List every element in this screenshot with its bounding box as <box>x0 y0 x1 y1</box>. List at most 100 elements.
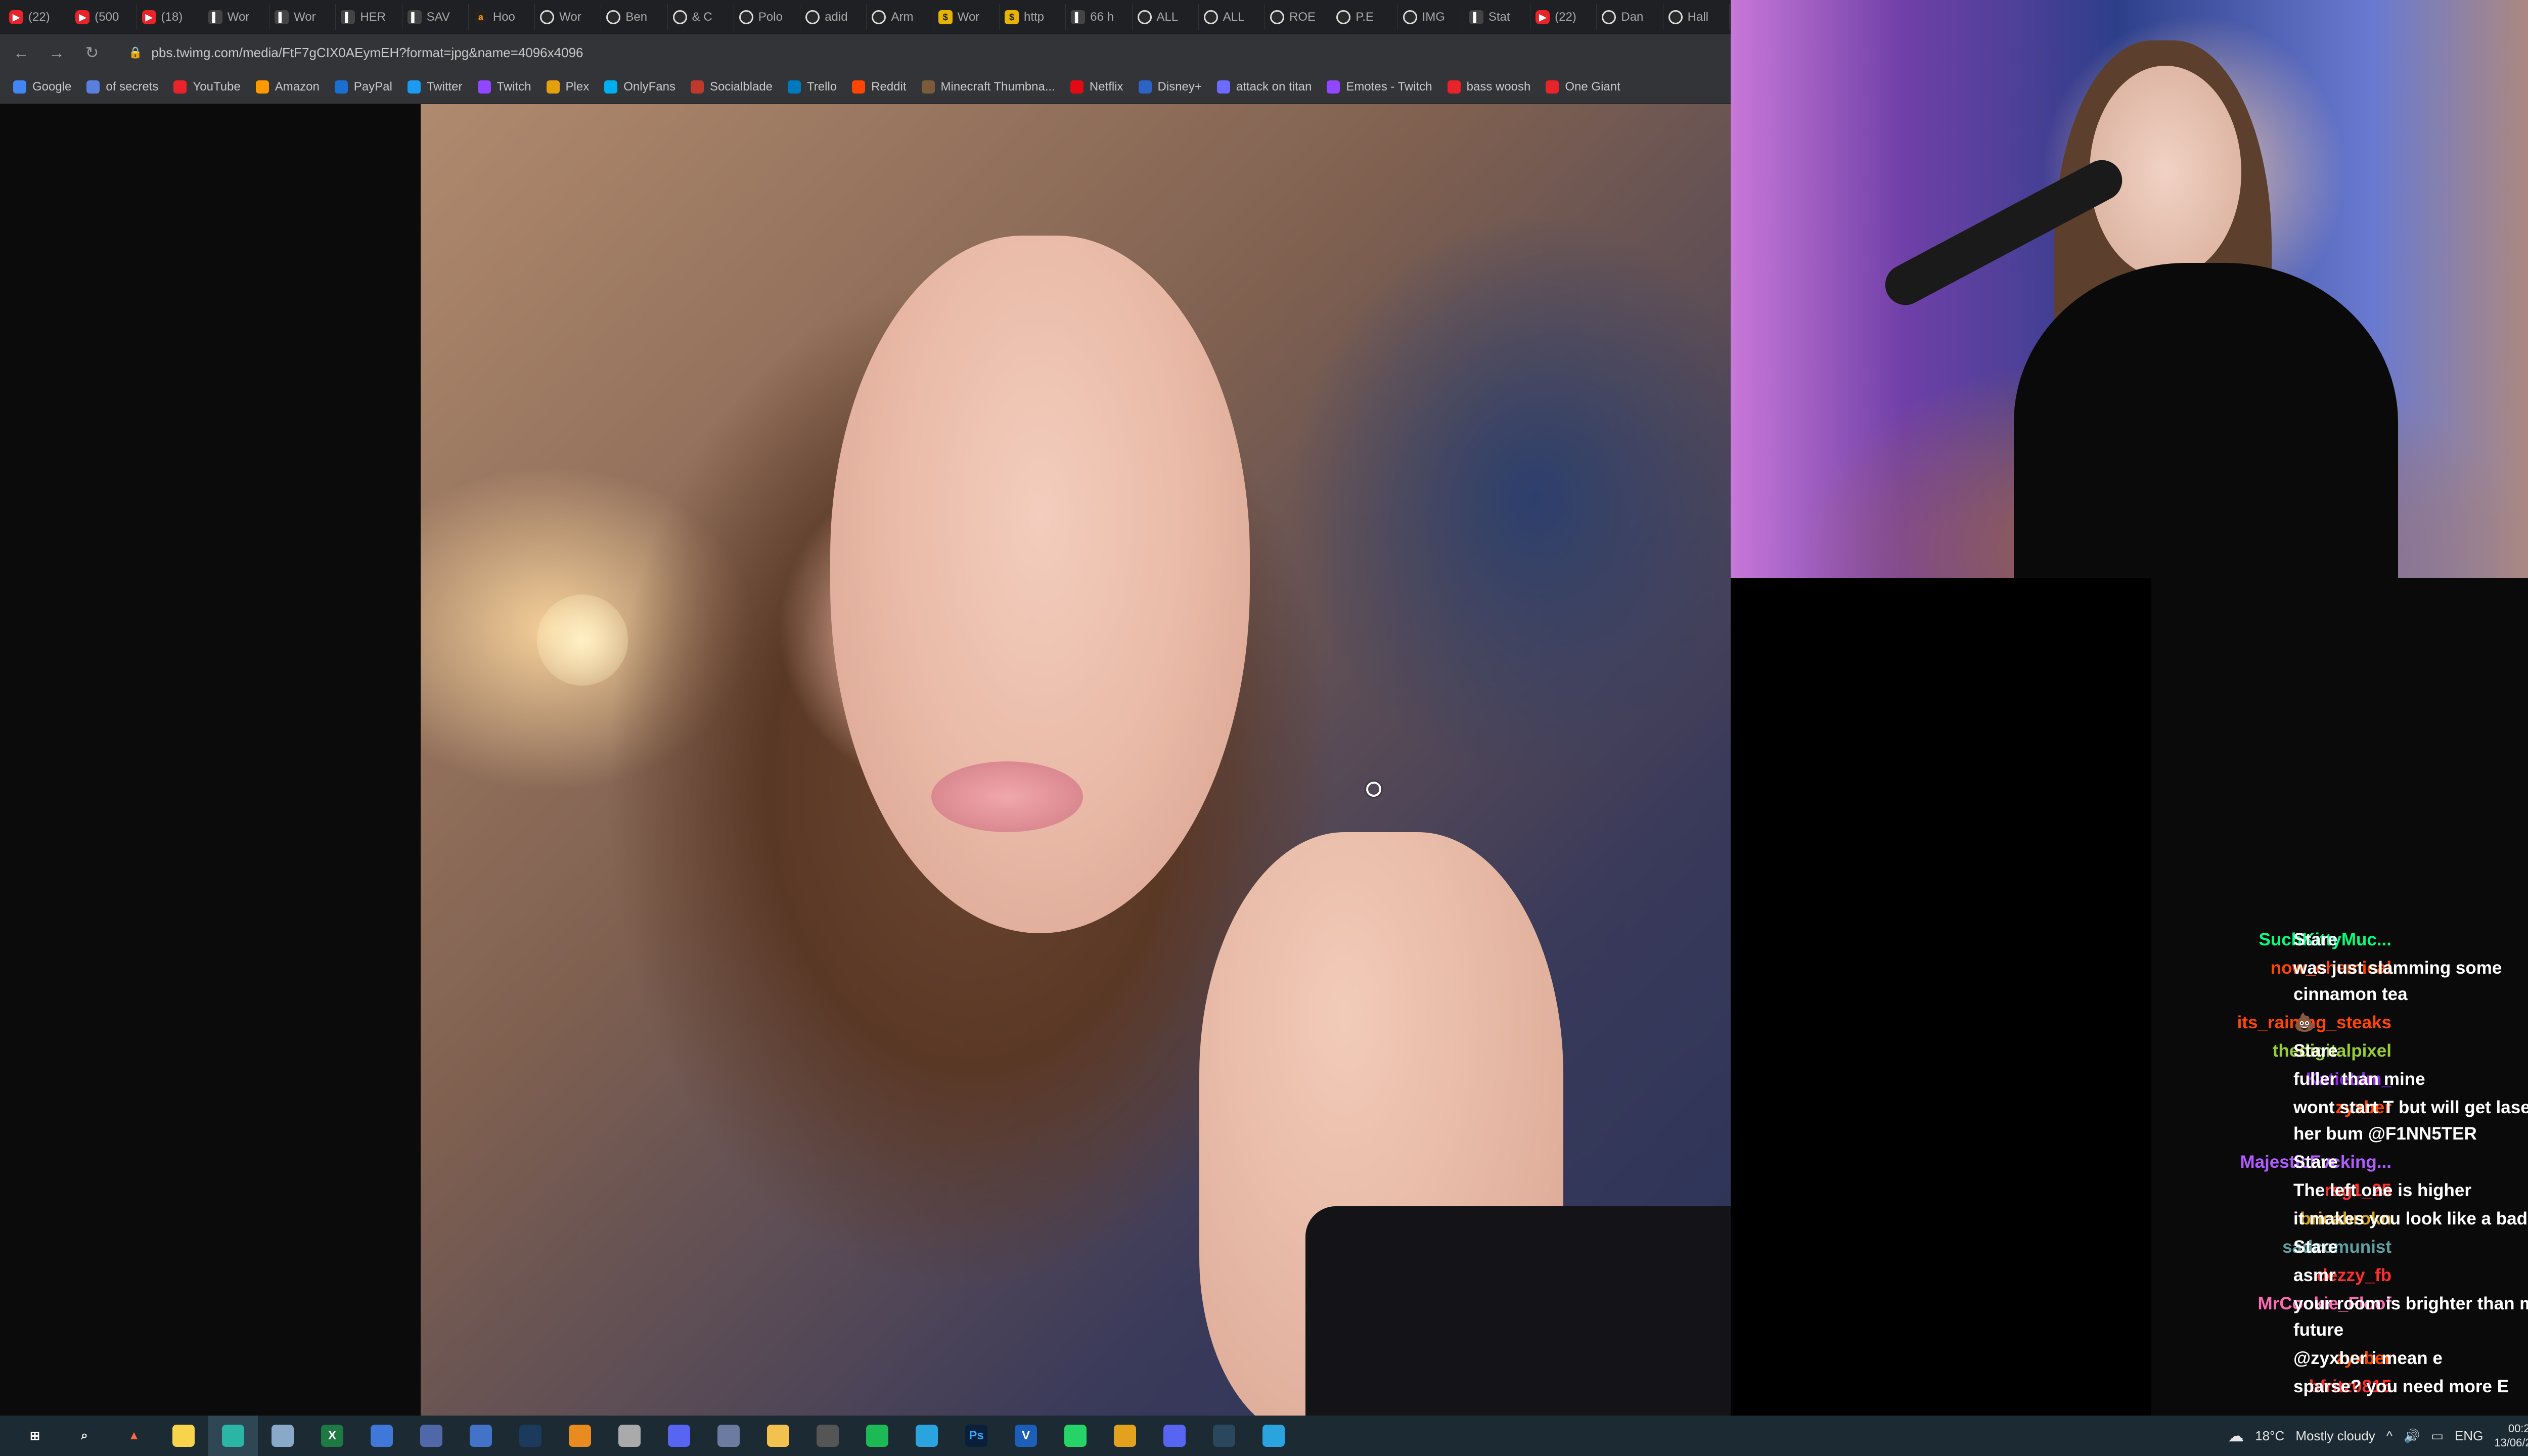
taskbar-app[interactable] <box>555 1416 605 1456</box>
taskbar-app[interactable] <box>1100 1416 1150 1456</box>
weather-condition[interactable]: Mostly cloudy <box>2295 1428 2375 1444</box>
clock[interactable]: 00:28 13/06/2023 <box>2494 1422 2528 1450</box>
taskbar-app[interactable] <box>1150 1416 1199 1456</box>
bookmark-item[interactable]: Disney+ <box>1138 80 1202 94</box>
bookmark-item[interactable]: Netflix <box>1070 80 1123 94</box>
app-icon <box>420 1425 442 1447</box>
youtube-icon <box>173 80 187 94</box>
lock-icon[interactable]: 🔒 <box>128 46 142 59</box>
forward-icon[interactable]: → <box>48 43 66 62</box>
browser-tab[interactable]: ▌ Stat <box>1465 4 1531 30</box>
browser-tab[interactable]: ▶ (22) <box>5 4 71 30</box>
browser-tab-label: Wor <box>957 10 980 24</box>
chevron-up-icon[interactable]: ^ <box>2386 1428 2392 1444</box>
browser-tab-label: (18) <box>161 10 183 24</box>
taskbar-app[interactable] <box>803 1416 852 1456</box>
taskbar-app[interactable] <box>605 1416 654 1456</box>
taskbar-app[interactable] <box>1051 1416 1100 1456</box>
browser-tab[interactable]: Polo <box>735 4 801 30</box>
browser-tab[interactable]: ALL <box>1200 4 1266 30</box>
displayed-photo[interactable] <box>421 104 1731 1416</box>
browser-tab[interactable]: $ http <box>1001 4 1066 30</box>
browser-tab[interactable]: ▶ (18) <box>138 4 203 30</box>
browser-tab[interactable]: ▌ 66 h <box>1067 4 1133 30</box>
weather-temp[interactable]: 18°C <box>2255 1428 2284 1444</box>
weather-icon[interactable]: ☁ <box>2228 1426 2244 1445</box>
taskbar-app[interactable] <box>159 1416 208 1456</box>
browser-tab[interactable]: P.E <box>1332 4 1398 30</box>
taskbar-app[interactable] <box>704 1416 753 1456</box>
bookmark-item[interactable]: bass woosh <box>1447 80 1530 94</box>
taskbar-app[interactable] <box>1249 1416 1298 1456</box>
socialblade-icon <box>690 80 704 94</box>
network-icon[interactable]: ▭ <box>2431 1428 2444 1444</box>
bookmark-item[interactable]: OnlyFans <box>604 80 675 94</box>
bookmark-item[interactable]: Plex <box>546 80 589 94</box>
browser-tab[interactable]: ▌ Wor <box>204 4 270 30</box>
taskbar-app[interactable] <box>753 1416 803 1456</box>
browser-tab[interactable]: ▶ (22) <box>1531 4 1597 30</box>
taskbar-app[interactable] <box>407 1416 456 1456</box>
page-icon: ▌ <box>407 10 422 24</box>
telegram-icon <box>1262 1425 1285 1447</box>
bookmark-item[interactable]: of secrets <box>86 80 158 94</box>
taskbar-app[interactable] <box>654 1416 704 1456</box>
taskbar-app[interactable] <box>456 1416 506 1456</box>
bookmark-item[interactable]: Trello <box>788 80 837 94</box>
taskbar-app[interactable]: ⌕ <box>60 1416 109 1456</box>
language-indicator[interactable]: ENG <box>2455 1428 2483 1444</box>
clock-date: 13/06/2023 <box>2494 1436 2528 1449</box>
youtube-icon: ▶ <box>9 10 23 24</box>
bookmark-item[interactable]: Emotes - Twitch <box>1327 80 1432 94</box>
volume-icon[interactable]: 🔊 <box>2404 1428 2420 1444</box>
taskbar-app[interactable] <box>357 1416 407 1456</box>
browser-tab[interactable]: ▌ HER <box>337 4 402 30</box>
taskbar-app[interactable] <box>1199 1416 1249 1456</box>
taskbar-app[interactable]: X <box>307 1416 357 1456</box>
bookmark-item[interactable]: Reddit <box>852 80 907 94</box>
browser-tab[interactable]: adid <box>801 4 867 30</box>
bookmark-item[interactable]: One Giant <box>1546 80 1620 94</box>
taskbar-app[interactable] <box>208 1416 258 1456</box>
reload-icon[interactable]: ↻ <box>83 43 101 62</box>
browser-tab[interactable]: Arm <box>868 4 933 30</box>
browser-tab[interactable]: ▌ Wor <box>270 4 336 30</box>
bookmark-item[interactable]: Twitch <box>477 80 531 94</box>
taskbar-app[interactable]: ⊞ <box>10 1416 60 1456</box>
discord-icon <box>1163 1425 1186 1447</box>
browser-tab[interactable]: a Hoo <box>470 4 535 30</box>
bookmark-item[interactable]: YouTube <box>173 80 241 94</box>
taskbar-app[interactable]: V <box>1001 1416 1051 1456</box>
browser-tab[interactable]: IMG <box>1399 4 1464 30</box>
browser-tab[interactable]: Dan <box>1598 4 1663 30</box>
taskbar-app[interactable] <box>506 1416 555 1456</box>
browser-tab[interactable]: $ Wor <box>934 4 1000 30</box>
url-input[interactable]: pbs.twimg.com/media/FtF7gCIX0AEymEH?form… <box>151 45 583 61</box>
browser-tab[interactable]: Ben <box>602 4 668 30</box>
browser-tab[interactable]: ▌ SAV <box>403 4 469 30</box>
image-viewer <box>0 104 1731 1416</box>
browser-tab[interactable]: Wor <box>536 4 602 30</box>
back-icon[interactable]: ← <box>12 43 30 62</box>
bookmark-item[interactable]: PayPal <box>334 80 392 94</box>
bookmark-item[interactable]: Amazon <box>255 80 320 94</box>
taskbar-app[interactable]: Ps <box>952 1416 1001 1456</box>
browser-tab[interactable]: ROE <box>1266 4 1332 30</box>
bookmark-item[interactable]: Twitter <box>407 80 463 94</box>
bookmark-item[interactable]: Google <box>13 80 71 94</box>
photo-lips <box>931 761 1083 832</box>
taskbar-app[interactable]: ▲ <box>109 1416 159 1456</box>
browser-tab[interactable]: ▶ (500 <box>71 4 137 30</box>
browser-tab[interactable]: ALL <box>1134 4 1199 30</box>
taskbar-app[interactable] <box>258 1416 307 1456</box>
bookmark-item[interactable]: Minecraft Thumbna... <box>921 80 1055 94</box>
taskbar-app[interactable] <box>902 1416 952 1456</box>
bookmark-item[interactable]: attack on titan <box>1216 80 1312 94</box>
browser-tab[interactable]: & C <box>669 4 734 30</box>
browser-tab[interactable]: Hall <box>1664 4 1730 30</box>
paypal-icon <box>334 80 348 94</box>
notion-icon <box>739 10 753 24</box>
taskbar-app[interactable] <box>852 1416 902 1456</box>
chat-panel: SuchKittyMuc... Stare now_chemical was just… <box>2151 578 2528 1416</box>
bookmark-item[interactable]: Socialblade <box>690 80 773 94</box>
